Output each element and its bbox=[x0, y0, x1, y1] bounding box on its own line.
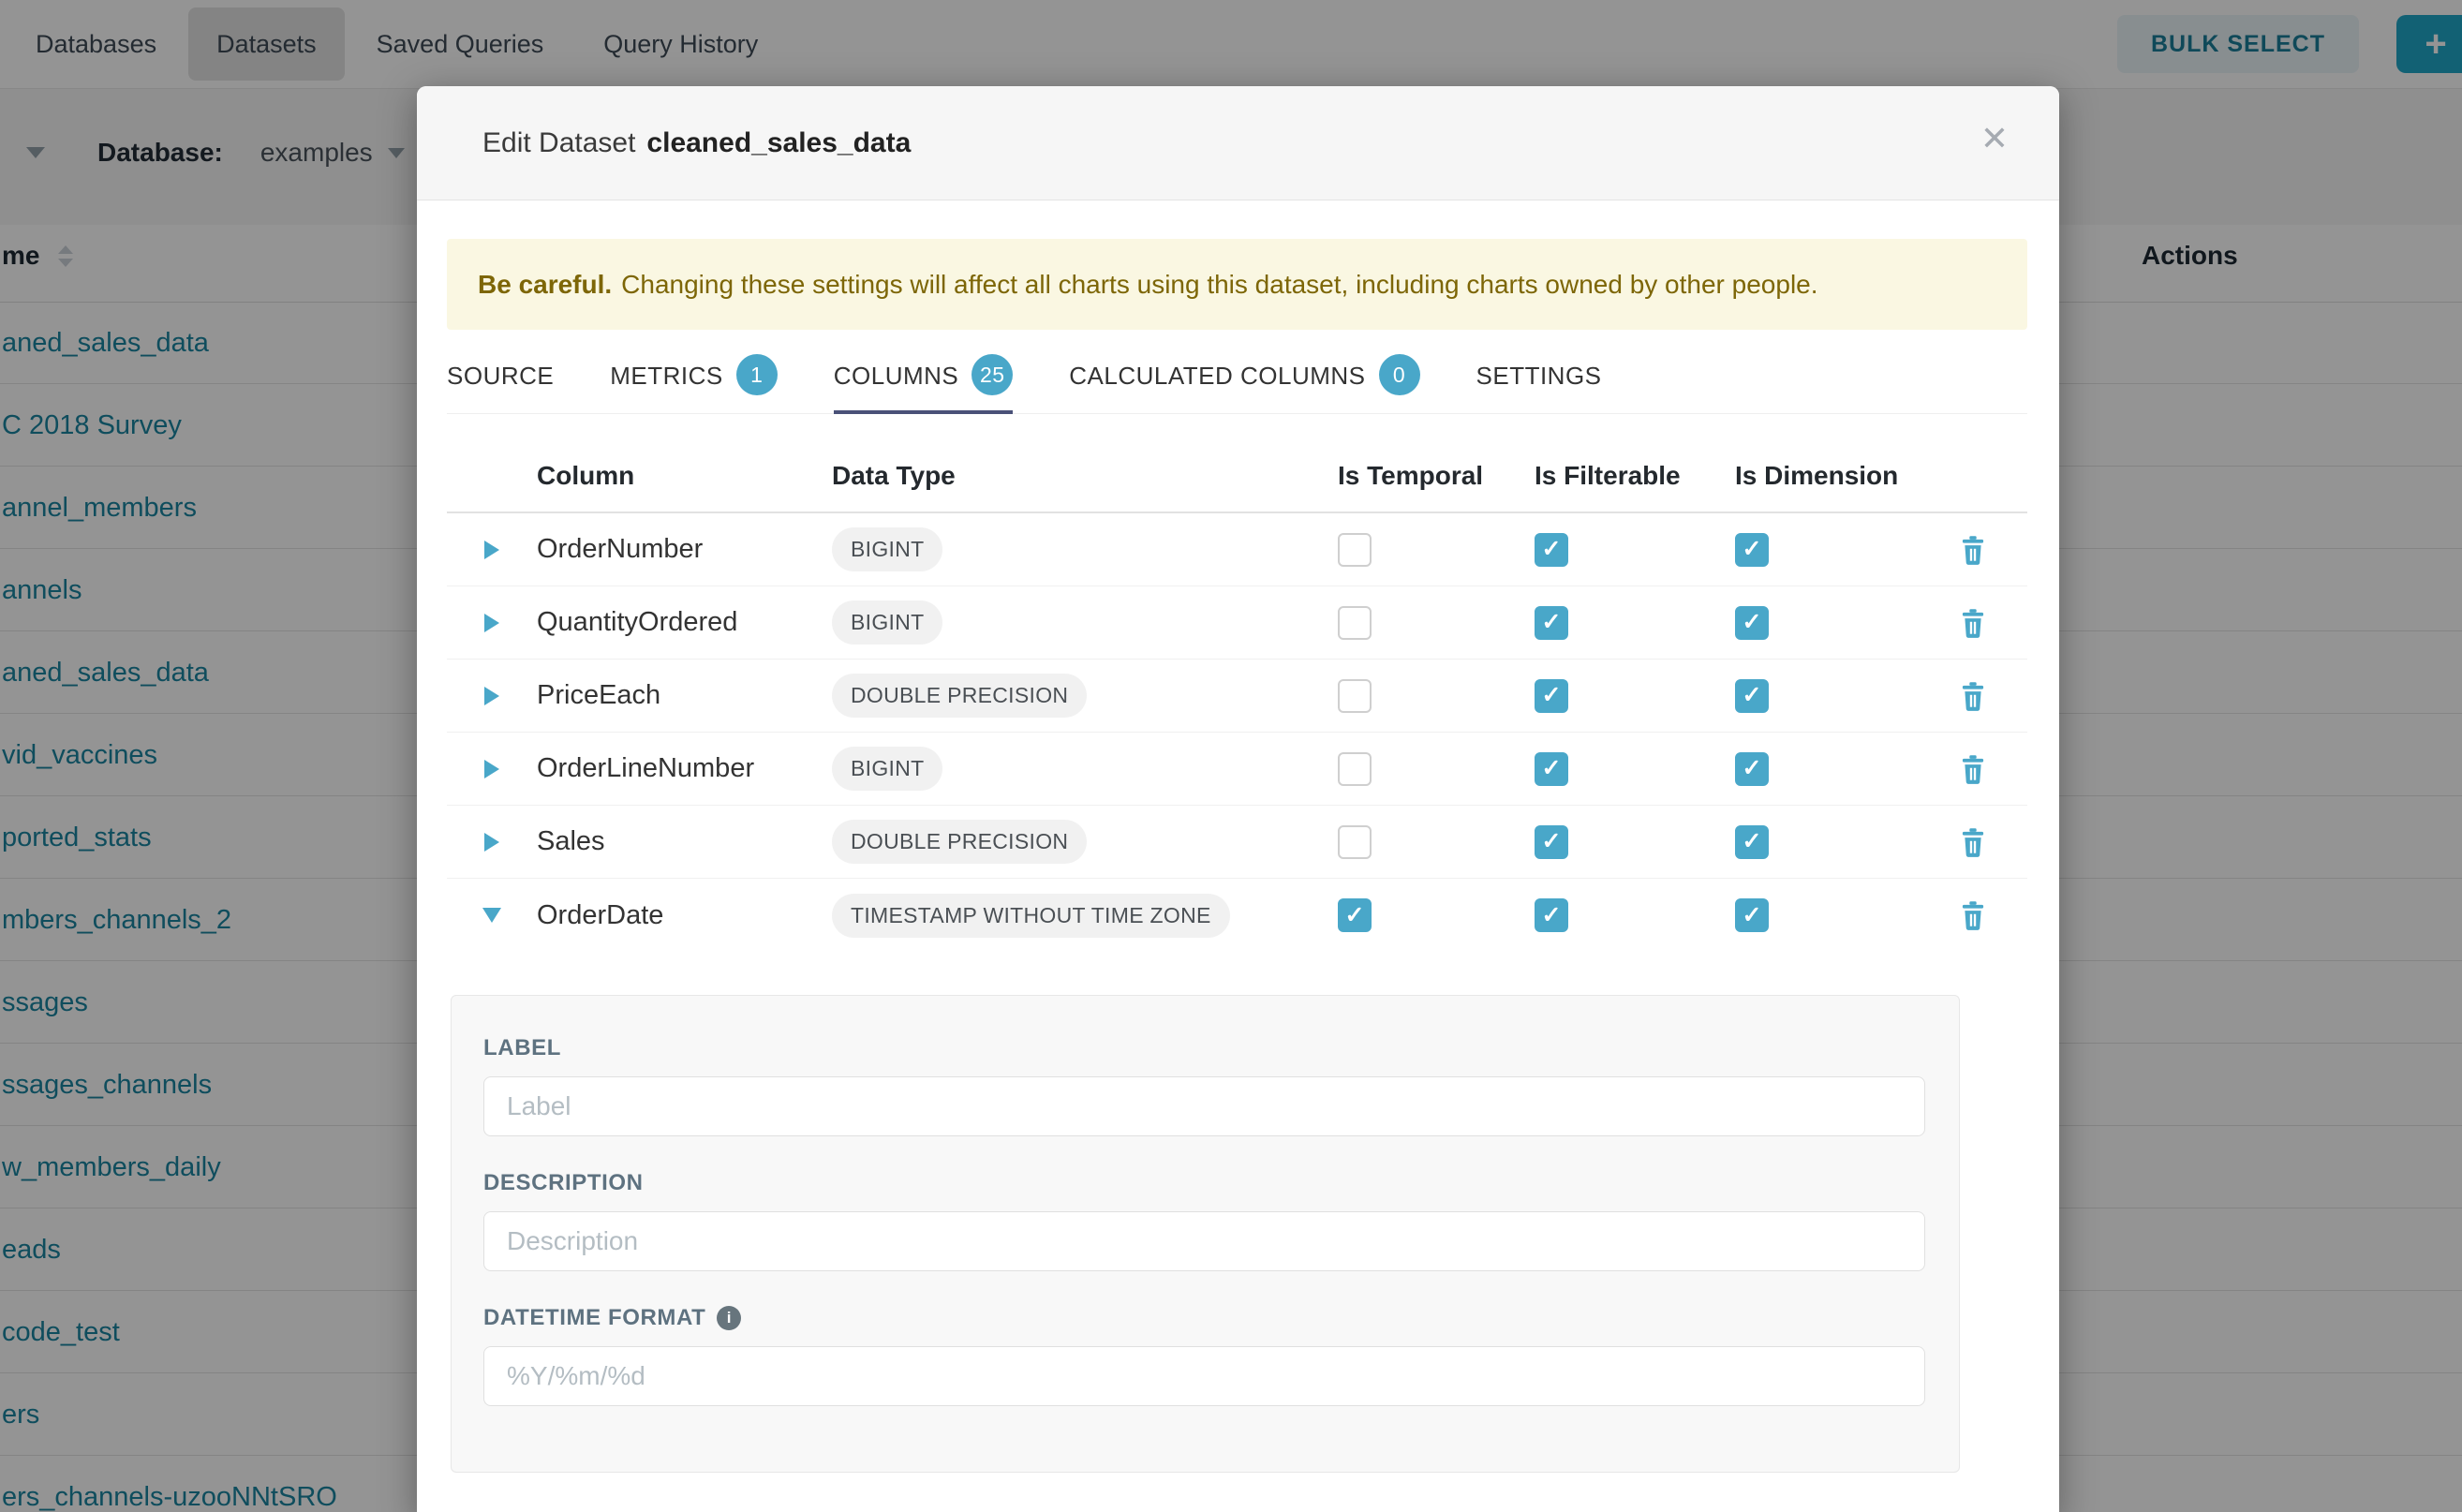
is-temporal-checkbox[interactable]: ✓ bbox=[1338, 533, 1372, 567]
header-is-dimension: Is Dimension bbox=[1735, 461, 1953, 491]
expand-caret-icon[interactable] bbox=[484, 687, 499, 705]
edit-dataset-modal: Edit Dataset cleaned_sales_data ✕ Be car… bbox=[417, 86, 2059, 1512]
expand-caret-icon[interactable] bbox=[484, 833, 499, 852]
is-temporal-checkbox[interactable]: ✓ bbox=[1338, 898, 1372, 932]
column-row: Sales DOUBLE PRECISION ✓ ✓ ✓ bbox=[447, 806, 2027, 879]
tab-source[interactable]: SOURCE bbox=[447, 360, 554, 413]
delete-icon[interactable] bbox=[1959, 754, 1987, 784]
delete-icon[interactable] bbox=[1959, 608, 1987, 638]
tab-label: SETTINGS bbox=[1476, 362, 1602, 391]
description-input[interactable] bbox=[483, 1211, 1925, 1271]
data-type-pill: TIMESTAMP WITHOUT TIME ZONE bbox=[832, 894, 1230, 938]
header-column: Column bbox=[537, 461, 832, 491]
expand-caret-icon[interactable] bbox=[484, 541, 499, 559]
tab-settings[interactable]: SETTINGS bbox=[1476, 360, 1602, 413]
data-type-pill: BIGINT bbox=[832, 747, 942, 791]
expand-caret-icon[interactable] bbox=[482, 908, 501, 923]
modal-title: Edit Dataset bbox=[482, 127, 635, 159]
is-temporal-checkbox[interactable]: ✓ bbox=[1338, 825, 1372, 859]
is-temporal-checkbox[interactable]: ✓ bbox=[1338, 606, 1372, 640]
data-type-pill: DOUBLE PRECISION bbox=[832, 820, 1087, 864]
header-is-temporal: Is Temporal bbox=[1338, 461, 1535, 491]
tab-metrics[interactable]: METRICS 1 bbox=[610, 360, 778, 413]
tab-label: METRICS bbox=[610, 362, 723, 391]
is-filterable-checkbox[interactable]: ✓ bbox=[1535, 679, 1568, 713]
expand-caret-icon[interactable] bbox=[484, 614, 499, 632]
delete-icon[interactable] bbox=[1959, 681, 1987, 711]
is-filterable-checkbox[interactable]: ✓ bbox=[1535, 898, 1568, 932]
tab-badge: 0 bbox=[1379, 354, 1420, 395]
tab-label: SOURCE bbox=[447, 362, 554, 391]
header-data-type: Data Type bbox=[832, 461, 1338, 491]
label-field-label: LABEL bbox=[483, 1035, 1925, 1061]
columns-table-body: OrderNumber BIGINT ✓ ✓ ✓ QuantityOrdered… bbox=[447, 513, 2027, 952]
tab-calculated-columns[interactable]: CALCULATED COLUMNS 0 bbox=[1069, 360, 1419, 413]
is-dimension-checkbox[interactable]: ✓ bbox=[1735, 679, 1769, 713]
tab-badge: 1 bbox=[736, 354, 778, 395]
column-name: OrderNumber bbox=[537, 534, 832, 565]
column-detail-panel: LABEL DESCRIPTION DATETIME FORMAT i bbox=[451, 995, 1960, 1473]
datetime-format-input[interactable] bbox=[483, 1346, 1925, 1406]
close-icon[interactable]: ✕ bbox=[1980, 122, 2009, 156]
data-type-pill: BIGINT bbox=[832, 600, 942, 645]
column-row: OrderLineNumber BIGINT ✓ ✓ ✓ bbox=[447, 733, 2027, 806]
column-row: QuantityOrdered BIGINT ✓ ✓ ✓ bbox=[447, 586, 2027, 660]
data-type-pill: DOUBLE PRECISION bbox=[832, 674, 1087, 718]
is-filterable-checkbox[interactable]: ✓ bbox=[1535, 606, 1568, 640]
modal-tabs: SOURCE METRICS 1 COLUMNS 25 CALCULATED C… bbox=[447, 360, 2027, 414]
is-dimension-checkbox[interactable]: ✓ bbox=[1735, 898, 1769, 932]
delete-icon[interactable] bbox=[1959, 827, 1987, 857]
tab-label: COLUMNS bbox=[834, 362, 959, 391]
modal-header: Edit Dataset cleaned_sales_data ✕ bbox=[417, 86, 2059, 200]
tab-label: CALCULATED COLUMNS bbox=[1069, 362, 1365, 391]
column-name: OrderLineNumber bbox=[537, 753, 832, 784]
warning-text: Changing these settings will affect all … bbox=[621, 270, 1817, 300]
column-row: OrderNumber BIGINT ✓ ✓ ✓ bbox=[447, 513, 2027, 586]
datetime-format-field-label: DATETIME FORMAT i bbox=[483, 1305, 1925, 1331]
data-type-pill: BIGINT bbox=[832, 527, 942, 571]
is-filterable-checkbox[interactable]: ✓ bbox=[1535, 752, 1568, 786]
column-row: OrderDate TIMESTAMP WITHOUT TIME ZONE ✓ … bbox=[447, 879, 2027, 952]
is-dimension-checkbox[interactable]: ✓ bbox=[1735, 606, 1769, 640]
is-filterable-checkbox[interactable]: ✓ bbox=[1535, 825, 1568, 859]
column-name: QuantityOrdered bbox=[537, 607, 832, 638]
columns-table-header: Column Data Type Is Temporal Is Filterab… bbox=[447, 440, 2027, 513]
tab-badge: 25 bbox=[971, 354, 1013, 395]
label-input[interactable] bbox=[483, 1076, 1925, 1136]
header-is-filterable: Is Filterable bbox=[1535, 461, 1735, 491]
column-name: OrderDate bbox=[537, 900, 832, 931]
is-dimension-checkbox[interactable]: ✓ bbox=[1735, 752, 1769, 786]
delete-icon[interactable] bbox=[1959, 535, 1987, 565]
is-filterable-checkbox[interactable]: ✓ bbox=[1535, 533, 1568, 567]
modal-title-dataset-name: cleaned_sales_data bbox=[646, 127, 911, 159]
column-name: PriceEach bbox=[537, 680, 832, 711]
description-field-label: DESCRIPTION bbox=[483, 1170, 1925, 1196]
is-temporal-checkbox[interactable]: ✓ bbox=[1338, 752, 1372, 786]
column-name: Sales bbox=[537, 826, 832, 857]
warning-bold-text: Be careful. bbox=[478, 270, 612, 300]
is-dimension-checkbox[interactable]: ✓ bbox=[1735, 825, 1769, 859]
expand-caret-icon[interactable] bbox=[484, 760, 499, 778]
columns-table: Column Data Type Is Temporal Is Filterab… bbox=[447, 440, 2027, 952]
is-dimension-checkbox[interactable]: ✓ bbox=[1735, 533, 1769, 567]
delete-icon[interactable] bbox=[1959, 900, 1987, 930]
screen: DatabasesDatasetsSaved QueriesQuery Hist… bbox=[0, 0, 2462, 1512]
tab-columns[interactable]: COLUMNS 25 bbox=[834, 360, 1014, 413]
is-temporal-checkbox[interactable]: ✓ bbox=[1338, 679, 1372, 713]
warning-banner: Be careful. Changing these settings will… bbox=[447, 239, 2027, 330]
modal-body: Be careful. Changing these settings will… bbox=[417, 239, 2059, 1473]
column-row: PriceEach DOUBLE PRECISION ✓ ✓ ✓ bbox=[447, 660, 2027, 733]
info-icon[interactable]: i bbox=[717, 1306, 741, 1330]
